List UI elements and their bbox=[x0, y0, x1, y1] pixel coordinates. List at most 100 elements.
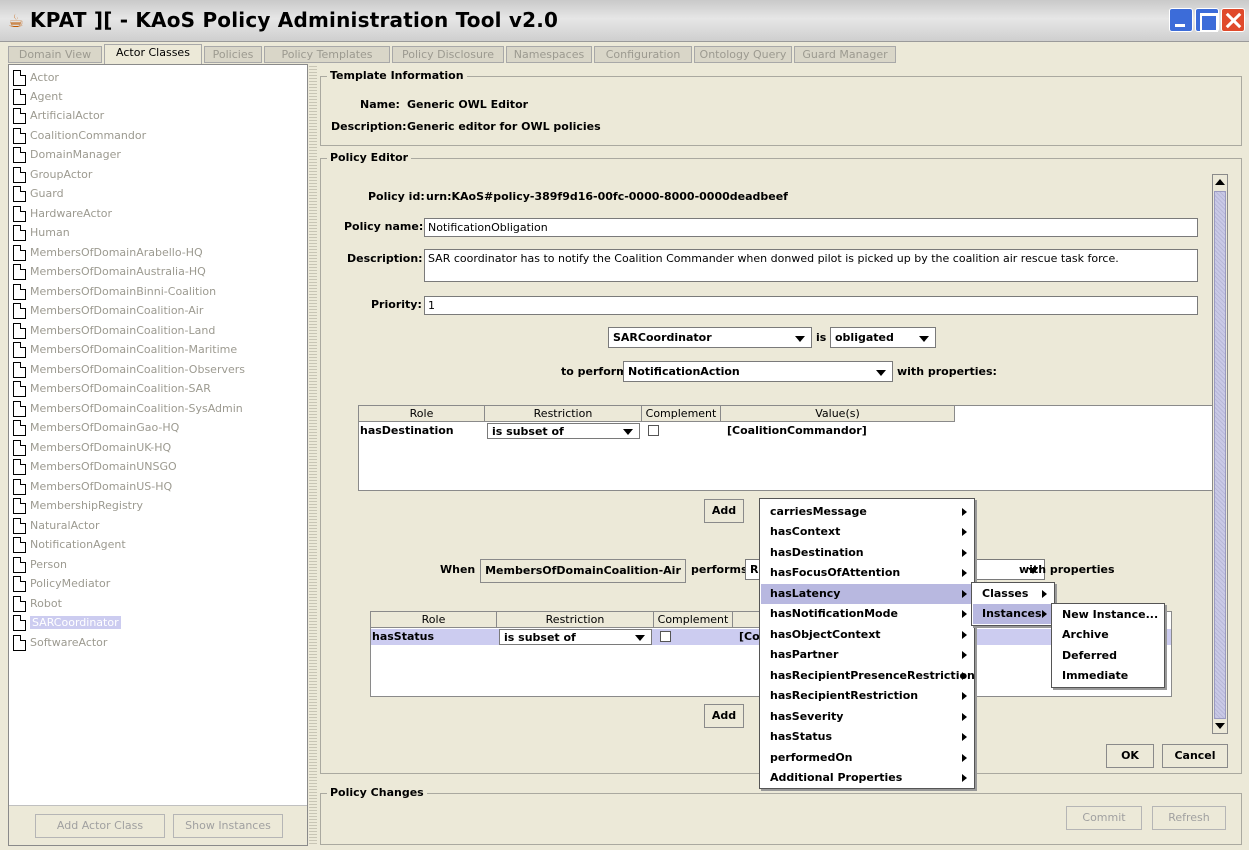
tab-domain-view[interactable]: Domain View bbox=[8, 46, 102, 63]
refresh-button[interactable]: Refresh bbox=[1152, 806, 1226, 830]
complement-checkbox[interactable] bbox=[660, 631, 671, 642]
tab-policies[interactable]: Policies bbox=[204, 46, 262, 63]
is-text: is bbox=[816, 331, 827, 344]
document-icon bbox=[13, 245, 26, 261]
policy-id-label: Policy id: bbox=[368, 190, 425, 203]
to-perform-text: to perform bbox=[561, 365, 628, 378]
title-bar[interactable]: ☕ KPAT ][ - KAoS Policy Administration T… bbox=[0, 0, 1249, 42]
menu-item[interactable]: hasRecipientRestriction bbox=[761, 686, 973, 706]
description-field[interactable]: SAR coordinator has to notify the Coalit… bbox=[424, 249, 1198, 282]
tab-namespaces[interactable]: Namespaces bbox=[506, 46, 592, 63]
document-icon bbox=[13, 381, 26, 397]
table-header[interactable]: Role bbox=[359, 406, 485, 422]
priority-field[interactable]: 1 bbox=[424, 296, 1198, 315]
submenu-arrow-icon bbox=[962, 754, 967, 762]
menu-item-new-instance[interactable]: New Instance... bbox=[1053, 605, 1163, 625]
menu-item-immediate[interactable]: Immediate bbox=[1053, 666, 1163, 686]
commit-button[interactable]: Commit bbox=[1066, 806, 1142, 830]
with-properties-2-text: with properties bbox=[1019, 563, 1115, 576]
java-cup-icon: ☕ bbox=[8, 11, 25, 32]
show-instances-button[interactable]: Show Instances bbox=[173, 814, 283, 838]
menu-item[interactable]: hasDestination bbox=[761, 543, 973, 563]
submenu-item-instances[interactable]: Instances bbox=[973, 604, 1053, 624]
menu-item[interactable]: hasNotificationMode bbox=[761, 604, 973, 624]
action-combo[interactable]: NotificationAction bbox=[623, 361, 893, 382]
table-header[interactable]: Complement bbox=[642, 406, 721, 422]
chevron-down-icon bbox=[795, 336, 805, 342]
table-header[interactable]: Restriction bbox=[485, 406, 642, 422]
menu-item[interactable]: hasPartner bbox=[761, 645, 973, 665]
tab-policy-templates[interactable]: Policy Templates bbox=[264, 46, 390, 63]
maximize-button[interactable] bbox=[1195, 8, 1219, 32]
document-icon bbox=[13, 498, 26, 514]
tab-ontology-query[interactable]: Ontology Query bbox=[694, 46, 792, 63]
table-header[interactable]: Restriction bbox=[497, 612, 654, 628]
submenu-arrow-icon bbox=[962, 569, 967, 577]
scroll-up-icon[interactable] bbox=[1215, 179, 1225, 185]
menu-item[interactable]: hasObjectContext bbox=[761, 625, 973, 645]
description-label: Description: bbox=[347, 252, 423, 265]
complement-checkbox[interactable] bbox=[648, 425, 659, 436]
menu-item[interactable]: carriesMessage bbox=[761, 502, 973, 522]
restriction-combo[interactable]: is subset of bbox=[487, 423, 640, 439]
tab-configuration[interactable]: Configuration bbox=[594, 46, 692, 63]
menu-item[interactable]: Additional Properties bbox=[761, 768, 973, 788]
menu-item[interactable]: hasStatus bbox=[761, 727, 973, 747]
add-property-2-button[interactable]: Add bbox=[704, 704, 744, 728]
document-icon bbox=[13, 576, 26, 592]
template-name-value: Generic OWL Editor bbox=[407, 98, 529, 111]
table-header[interactable]: Role bbox=[371, 612, 497, 628]
left-button-bar: Add Actor Class Show Instances bbox=[9, 805, 307, 845]
document-icon bbox=[13, 186, 26, 202]
submenu-arrow-icon bbox=[962, 631, 967, 639]
document-icon bbox=[13, 459, 26, 475]
chevron-down-icon bbox=[635, 635, 645, 641]
menu-item[interactable]: performedOn bbox=[761, 748, 973, 768]
ok-button[interactable]: OK bbox=[1106, 744, 1154, 768]
modality-combo[interactable]: obligated bbox=[830, 327, 936, 348]
submenu-arrow-icon bbox=[962, 590, 967, 598]
submenu-arrow-icon bbox=[962, 610, 967, 618]
menu-item[interactable]: hasRecipientPresenceRestriction bbox=[761, 666, 975, 686]
menu-item-deferred[interactable]: Deferred bbox=[1053, 646, 1163, 666]
document-icon bbox=[13, 596, 26, 612]
close-button[interactable] bbox=[1221, 8, 1245, 32]
menu-item[interactable]: hasContext bbox=[761, 522, 973, 542]
menu-item-highlighted[interactable]: hasLatency bbox=[761, 584, 973, 604]
split-pane-divider[interactable] bbox=[309, 64, 317, 846]
scroll-thumb[interactable] bbox=[1214, 191, 1226, 719]
minimize-button[interactable] bbox=[1169, 8, 1193, 32]
table-header[interactable]: Complement bbox=[654, 612, 733, 628]
document-icon bbox=[13, 479, 26, 495]
cancel-button[interactable]: Cancel bbox=[1162, 744, 1228, 768]
document-icon bbox=[13, 557, 26, 573]
when-actor-button[interactable]: MembersOfDomainCoalition-Air bbox=[480, 559, 686, 583]
actor-combo[interactable]: SARCoordinator bbox=[608, 327, 812, 348]
tab-guard-manager[interactable]: Guard Manager bbox=[794, 46, 896, 63]
restriction-combo[interactable]: is subset of bbox=[499, 629, 652, 645]
tab-policy-disclosure[interactable]: Policy Disclosure bbox=[392, 46, 504, 63]
row-role[interactable]: hasStatus bbox=[372, 629, 496, 645]
policy-name-field[interactable]: NotificationObligation bbox=[424, 218, 1198, 237]
scroll-down-icon[interactable] bbox=[1215, 723, 1225, 729]
menu-item-archive[interactable]: Archive bbox=[1053, 625, 1163, 645]
table-header[interactable]: Value(s) bbox=[721, 406, 955, 422]
tab-actor-classes[interactable]: Actor Classes bbox=[104, 44, 202, 64]
document-icon bbox=[13, 167, 26, 183]
add-actor-class-button[interactable]: Add Actor Class bbox=[35, 814, 165, 838]
policy-editor-scrollbar[interactable] bbox=[1212, 174, 1228, 734]
row-values[interactable]: [CoalitionCommandor] bbox=[723, 423, 953, 439]
document-icon bbox=[13, 635, 26, 651]
chevron-down-icon bbox=[919, 336, 929, 342]
document-icon bbox=[13, 70, 26, 86]
instances-submenu: New Instance... Archive Deferred Immedia… bbox=[1051, 603, 1165, 688]
add-property-button[interactable]: Add bbox=[704, 499, 744, 523]
menu-item[interactable]: hasSeverity bbox=[761, 707, 973, 727]
document-icon bbox=[13, 147, 26, 163]
submenu-arrow-icon bbox=[962, 774, 967, 782]
menu-item[interactable]: hasFocusOfAttention bbox=[761, 563, 973, 583]
document-icon bbox=[13, 342, 26, 358]
row-role[interactable]: hasDestination bbox=[360, 423, 484, 439]
submenu-item-classes[interactable]: Classes bbox=[973, 584, 1053, 604]
action-properties-table: Role Restriction Complement Value(s) has… bbox=[358, 405, 1215, 491]
